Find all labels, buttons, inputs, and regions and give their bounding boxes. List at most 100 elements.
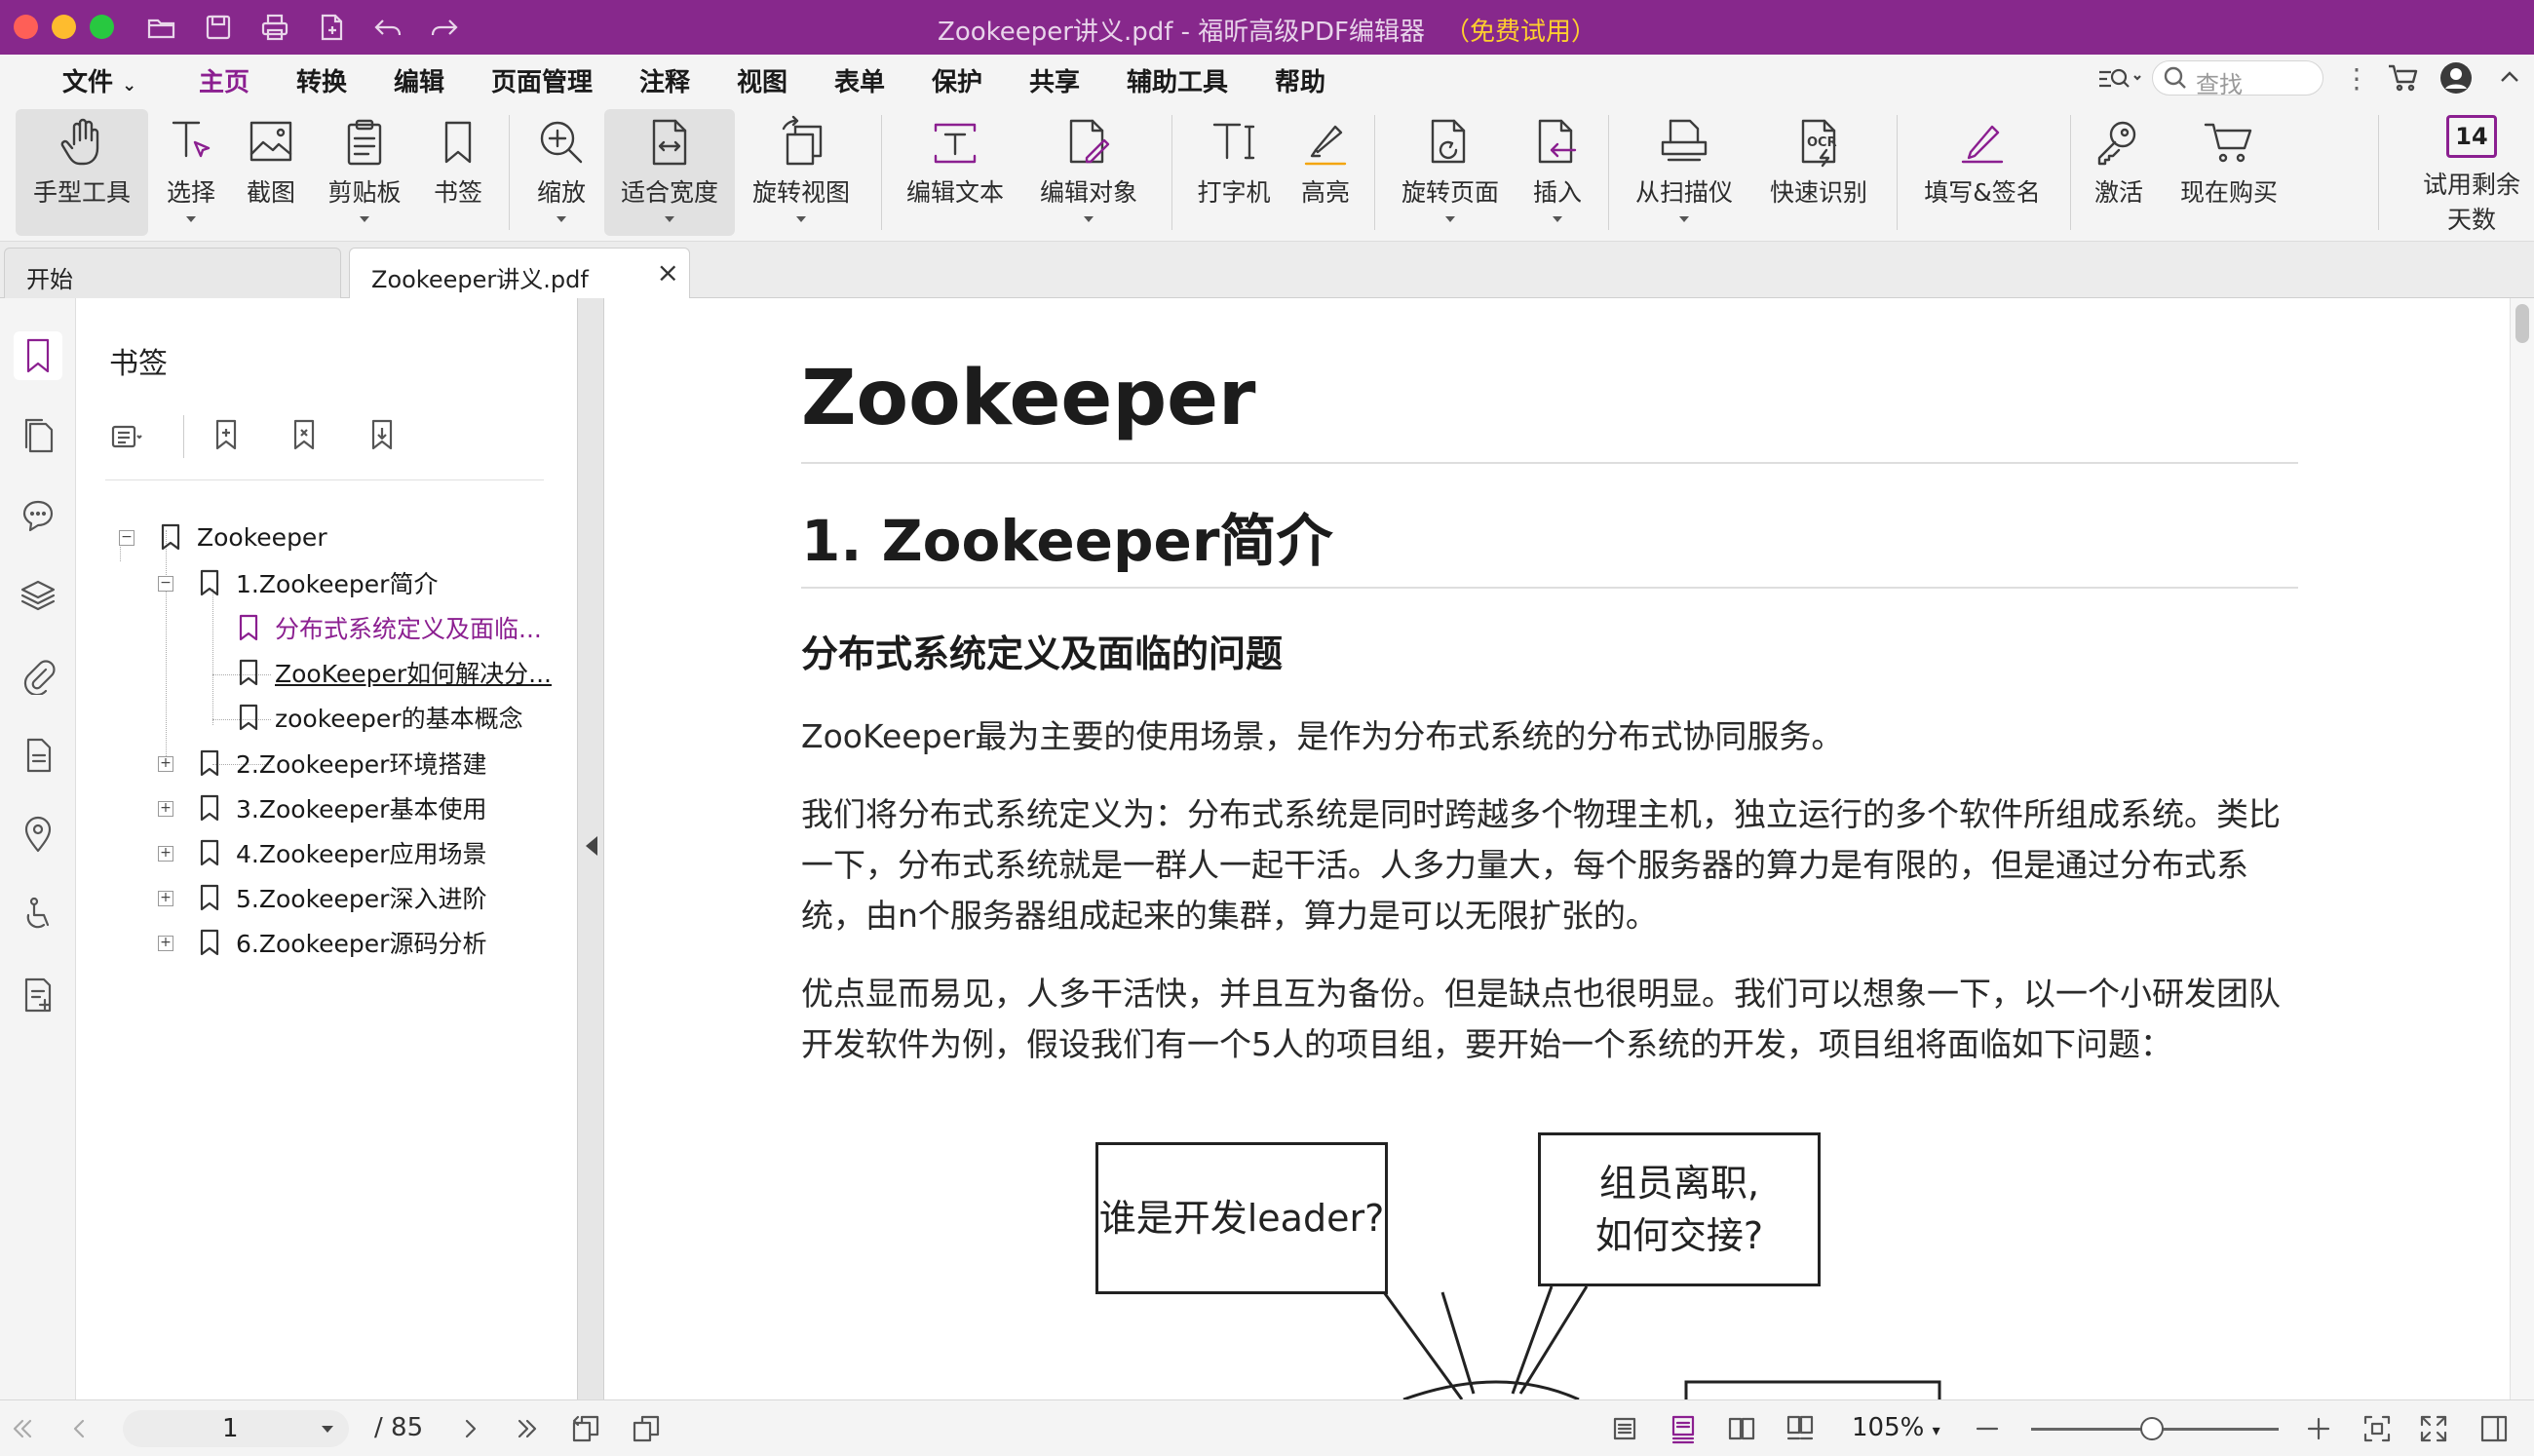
rotate-page-label: 旋转页面 (1401, 178, 1499, 207)
last-page-icon[interactable] (509, 1410, 546, 1447)
delete-bookmark-icon[interactable] (288, 417, 365, 456)
expand-bookmark-icon[interactable] (365, 417, 443, 456)
edit-text-label: 编辑文本 (905, 178, 1004, 207)
panel-toggle-icon[interactable] (2476, 1410, 2513, 1447)
bookmark-item[interactable]: 5.Zookeeper深入进阶 (199, 878, 486, 917)
snapshot-button[interactable]: 截图 (234, 109, 308, 236)
previous-page-icon[interactable] (60, 1410, 97, 1447)
scrollbar-thumb[interactable] (2515, 304, 2529, 343)
facing-view-icon[interactable] (1723, 1410, 1760, 1447)
bookmark-item[interactable]: 2.Zookeeper环境搭建 (199, 744, 486, 783)
zoom-slider-handle[interactable] (2140, 1417, 2164, 1440)
zoom-level[interactable]: 105% ▾ (1852, 1413, 1940, 1442)
clipboard-button[interactable]: 剪贴板 (316, 109, 413, 236)
bookmark-item[interactable]: 4.Zookeeper应用场景 (199, 833, 486, 872)
collapse-toggle[interactable]: − (119, 530, 134, 546)
search-input[interactable]: 查找 (2152, 60, 2323, 98)
doc-paragraph: ZooKeeper最为主要的使用场景，是作为分布式系统的分布式协同服务。 (801, 717, 1844, 755)
panel-splitter[interactable] (577, 298, 604, 1399)
insert-button[interactable]: 插入 (1520, 109, 1594, 236)
hand-tool-button[interactable]: 手型工具 (16, 109, 148, 236)
previous-view-icon[interactable] (567, 1410, 604, 1447)
cart-icon[interactable] (2386, 60, 2421, 99)
menu-convert[interactable]: 转换 (296, 62, 347, 98)
menu-view[interactable]: 视图 (737, 62, 787, 98)
quick-ocr-button[interactable]: OCR 快速识别 (1754, 109, 1883, 236)
bookmark-item[interactable]: Zookeeper (160, 517, 327, 556)
bookmarks-panel-icon[interactable] (14, 331, 62, 380)
fill-sign-button[interactable]: 填写&签名 (1912, 109, 2053, 236)
bookmark-button[interactable]: 书签 (421, 109, 495, 236)
more-options-icon[interactable]: ⋮ (2343, 62, 2370, 95)
add-bookmark-icon[interactable] (210, 417, 288, 456)
layers-panel-icon[interactable] (14, 571, 62, 620)
zoom-button[interactable]: 缩放 (524, 109, 598, 236)
tab-document[interactable]: Zookeeper讲义.pdf × (349, 248, 690, 298)
vertical-scrollbar[interactable] (2510, 298, 2534, 1399)
activate-button[interactable]: 激活 (2082, 109, 2156, 236)
document-properties-icon[interactable] (14, 731, 62, 780)
collapse-ribbon-icon[interactable] (2495, 62, 2524, 96)
typewriter-label: 打字机 (1197, 178, 1271, 207)
bookmark-item-selected[interactable]: 分布式系统定义及面临... (238, 608, 542, 647)
bookmark-item[interactable]: 6.Zookeeper源码分析 (199, 923, 486, 962)
expand-toggle[interactable]: + (158, 756, 173, 772)
expand-toggle[interactable]: + (158, 801, 173, 817)
continuous-facing-view-icon[interactable] (1782, 1410, 1819, 1447)
select-button[interactable]: 选择 (154, 109, 228, 236)
zoom-in-icon[interactable] (2300, 1410, 2337, 1447)
page-number-input[interactable]: 1 (123, 1410, 349, 1447)
close-tab-icon[interactable]: × (657, 256, 679, 288)
single-page-view-icon[interactable] (1606, 1410, 1643, 1447)
from-scanner-button[interactable]: 从扫描仪 (1622, 109, 1747, 236)
menu-protect[interactable]: 保护 (932, 62, 982, 98)
account-avatar[interactable] (2438, 60, 2474, 99)
attachments-panel-icon[interactable] (14, 651, 62, 700)
full-screen-icon[interactable] (2415, 1410, 2452, 1447)
menu-accessibility[interactable]: 辅助工具 (1127, 62, 1228, 98)
highlight-button[interactable]: 高亮 (1288, 109, 1363, 236)
menu-share[interactable]: 共享 (1029, 62, 1080, 98)
rotate-page-button[interactable]: 旋转页面 (1388, 109, 1513, 236)
edit-text-button[interactable]: 编辑文本 (897, 109, 1014, 236)
buy-now-button[interactable]: 现在购买 (2166, 109, 2292, 236)
bookmark-item[interactable]: ZooKeeper如何解决分... (238, 653, 552, 692)
bookmark-item[interactable]: 1.Zookeeper简介 (199, 563, 438, 602)
accessibility-panel-icon[interactable] (14, 891, 62, 939)
tab-start[interactable]: 开始 (4, 248, 341, 298)
expand-toggle[interactable]: + (158, 936, 173, 951)
next-page-icon[interactable] (452, 1410, 489, 1447)
menu-form[interactable]: 表单 (834, 62, 885, 98)
bookmark-options-icon[interactable] (109, 419, 168, 454)
form-fields-panel-icon[interactable] (14, 971, 62, 1019)
expand-toggle[interactable]: + (158, 846, 173, 862)
menu-file[interactable]: 文件 ⌄ (62, 62, 136, 98)
collapse-panel-arrow-icon[interactable] (586, 836, 597, 856)
bookmark-item[interactable]: 3.Zookeeper基本使用 (199, 788, 486, 827)
fit-width-icon (652, 119, 687, 166)
menu-home[interactable]: 主页 (194, 62, 254, 108)
menu-page-manage[interactable]: 页面管理 (491, 62, 593, 98)
expand-toggle[interactable]: + (158, 891, 173, 906)
menu-edit[interactable]: 编辑 (394, 62, 444, 98)
pages-panel-icon[interactable] (14, 411, 62, 460)
continuous-view-icon[interactable] (1665, 1410, 1702, 1447)
comments-panel-icon[interactable] (14, 491, 62, 540)
location-panel-icon[interactable] (14, 811, 62, 860)
collapse-toggle[interactable]: − (158, 576, 173, 592)
fit-width-button[interactable]: 适合宽度 (604, 109, 735, 236)
first-page-icon[interactable] (4, 1410, 41, 1447)
menu-comment[interactable]: 注释 (639, 62, 690, 98)
fit-page-icon[interactable] (2359, 1410, 2396, 1447)
trial-days-label-line2: 天数 (2446, 206, 2496, 234)
zoom-out-icon[interactable] (1969, 1410, 2006, 1447)
edit-object-button[interactable]: 编辑对象 (1027, 109, 1150, 236)
search-options-icon[interactable] (2095, 62, 2144, 96)
rotate-view-button[interactable]: 旋转视图 (743, 109, 860, 236)
trial-days-label-line1: 试用剩余 (2422, 171, 2520, 199)
typewriter-button[interactable]: 打字机 (1185, 109, 1283, 236)
next-view-icon[interactable] (628, 1410, 665, 1447)
bookmark-item[interactable]: zookeeper的基本概念 (238, 698, 523, 737)
menu-help[interactable]: 帮助 (1275, 62, 1325, 98)
tab-start-label: 开始 (26, 266, 73, 293)
